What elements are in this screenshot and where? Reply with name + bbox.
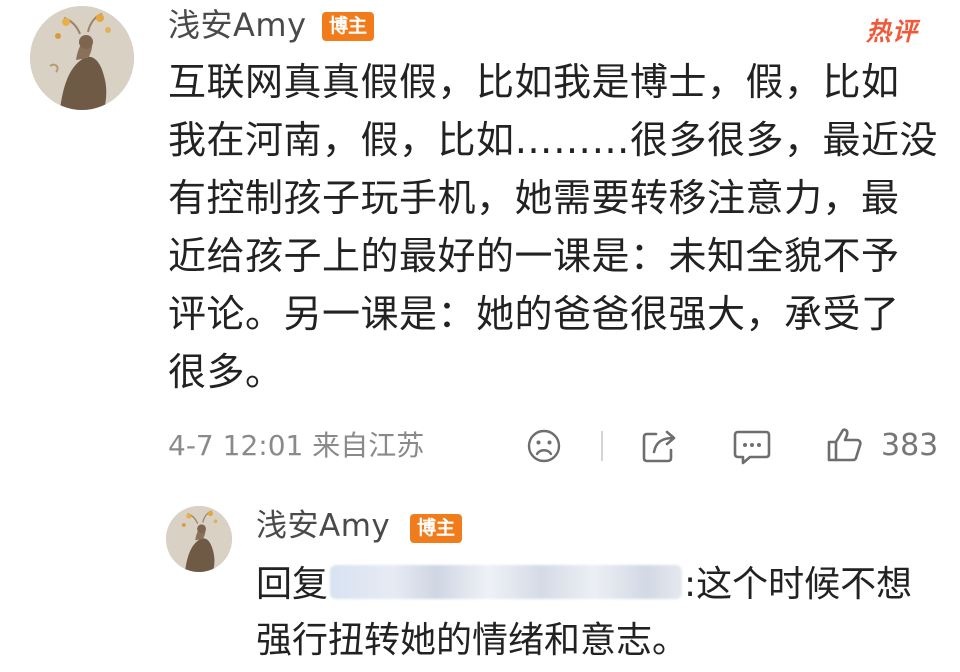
hot-comment-tag: 热评	[866, 17, 919, 46]
avatar[interactable]	[30, 6, 134, 110]
comment-icon[interactable]	[732, 428, 772, 466]
deer-avatar-image	[30, 6, 134, 110]
comment-line: 近给孩子上的最好的一课是：未知全貌不予	[168, 234, 900, 278]
reply-avatar[interactable]	[166, 506, 232, 572]
reply-blogger-badge: 博主	[410, 514, 463, 543]
comment-line: 互联网真真假假，比如我是博士，假，比如	[168, 60, 900, 104]
comment-line: 评论。另一课是：她的爸爸很强大，承受了	[168, 292, 900, 336]
comment-line: 有控制孩子玩手机，她需要转移注意力，最	[168, 176, 900, 220]
blurred-username[interactable]	[330, 565, 683, 599]
share-icon[interactable]	[640, 428, 678, 464]
reply-line-1: 回复 :这个时候不想	[256, 557, 946, 613]
sad-face-icon[interactable]	[526, 428, 562, 464]
divider	[601, 431, 603, 461]
thumbs-up-icon[interactable]	[825, 426, 863, 464]
reply-line-2: 强行扭转她的情绪和意志。	[256, 620, 689, 661]
deer-avatar-image	[166, 506, 232, 572]
reply-line1-text: :这个时候不想	[684, 564, 913, 605]
comment-body: 互联网真真假假，比如我是博士，假，比如 我在河南，假，比如………很多很多，最近没…	[168, 53, 948, 401]
comment-timestamp-location: 4-7 12:01 来自江苏	[168, 429, 425, 462]
reply-body: 回复 :这个时候不想 强行扭转她的情绪和意志。	[256, 557, 946, 669]
reply-prefix: 回复	[256, 564, 329, 605]
reply-author-name[interactable]: 浅安Amy	[256, 511, 390, 542]
comment-line: 我在河南，假，比如………很多很多，最近没	[168, 118, 939, 162]
like-count: 383	[881, 428, 939, 463]
blogger-badge: 博主	[322, 12, 375, 41]
comment-author-name[interactable]: 浅安Amy	[168, 9, 307, 41]
comment-line: 很多。	[168, 350, 284, 394]
